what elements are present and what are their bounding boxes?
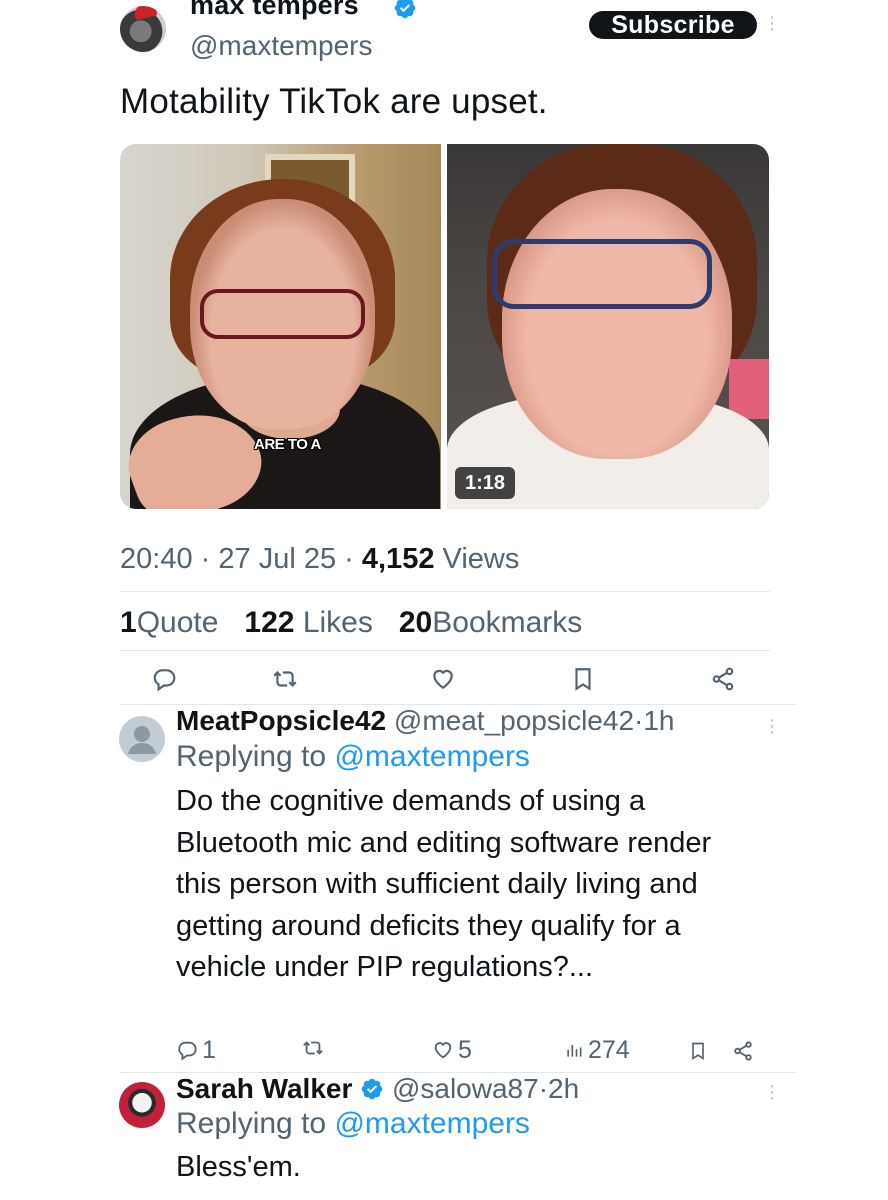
divider — [120, 591, 770, 592]
reply-header: Sarah Walker @salowa87·2h — [176, 1073, 580, 1104]
like-button[interactable]: 5 — [432, 1037, 472, 1063]
views-label: Views — [442, 543, 520, 575]
video-caption: ARE TO A — [254, 436, 321, 453]
reply-header: MeatPopsicle42 @meat_popsicle42·1h — [176, 705, 675, 736]
tweet-media[interactable]: ARE TO A 1:18 — [120, 144, 769, 509]
share-icon[interactable] — [710, 666, 736, 692]
tweet-time[interactable]: 20:40 — [120, 543, 193, 575]
reply-author-name[interactable]: MeatPopsicle42 — [176, 705, 386, 736]
more-options-icon[interactable]: · · · — [767, 1076, 777, 1108]
santa-hat-icon — [132, 6, 158, 21]
bookmark-icon[interactable] — [688, 1040, 708, 1062]
video-thumbnail-left[interactable]: ARE TO A — [120, 144, 441, 509]
reply-button[interactable]: 1 — [176, 1037, 216, 1063]
views-chart-icon — [567, 1045, 582, 1057]
replying-to: Replying to @maxtempers — [176, 1107, 530, 1140]
views-button[interactable]: 274 — [564, 1037, 630, 1063]
reply-author-handle[interactable]: @meat_popsicle42 — [394, 705, 634, 736]
tweet-stats: 1Quote 122 Likes 20Bookmarks — [120, 606, 582, 640]
video-duration-badge: 1:18 — [455, 467, 516, 499]
divider — [120, 650, 770, 651]
more-options-icon[interactable]: · · · — [767, 710, 777, 742]
tweet-text: Motability TikTok are upset. — [120, 82, 548, 121]
view-count: 274 — [588, 1036, 630, 1064]
replying-to-mention[interactable]: @maxtempers — [334, 740, 530, 773]
replying-to: Replying to @maxtempers — [176, 740, 530, 773]
reply-author-handle[interactable]: @salowa87 — [392, 1073, 539, 1104]
author-avatar[interactable] — [120, 6, 166, 52]
reply-text: Bless'em. — [176, 1151, 301, 1183]
reply-avatar[interactable] — [119, 1082, 165, 1128]
video-thumbnail-right[interactable]: 1:18 — [447, 144, 769, 509]
reply-icon[interactable] — [151, 666, 177, 692]
verified-badge-icon — [361, 1078, 383, 1100]
reply-time[interactable]: 1h — [643, 705, 674, 736]
reply-text: Do the cognitive demands of using a Blue… — [176, 785, 712, 983]
reply-count: 1 — [202, 1036, 216, 1064]
default-avatar-icon — [128, 726, 156, 754]
author-name[interactable]: max tempers — [190, 0, 359, 20]
retweet-icon — [303, 1041, 323, 1055]
retweet-button[interactable] — [302, 1037, 324, 1059]
like-icon[interactable] — [430, 666, 456, 692]
tweet-action-bar — [120, 660, 770, 700]
verified-badge-icon — [394, 0, 416, 19]
reply-time[interactable]: 2h — [548, 1073, 579, 1104]
subscribe-button[interactable]: Subscribe — [589, 11, 757, 39]
tweet-meta: 20:40 · 27 Jul 25 · 4,152 Views — [120, 543, 520, 575]
likes-stat[interactable]: 122 Likes — [244, 606, 372, 639]
reply-icon — [178, 1041, 197, 1061]
quotes-stat[interactable]: 1Quote — [120, 606, 218, 639]
author-handle[interactable]: @maxtempers — [190, 30, 372, 62]
reply-action-bar: 1 5 274 — [176, 1037, 766, 1067]
views-count: 4,152 — [361, 543, 435, 575]
replying-to-mention[interactable]: @maxtempers — [334, 1107, 530, 1140]
reply-author-name[interactable]: Sarah Walker — [176, 1073, 352, 1104]
like-count: 5 — [458, 1036, 472, 1064]
tweet-date[interactable]: 27 Jul 25 — [218, 543, 336, 575]
like-icon — [434, 1042, 452, 1059]
reply-avatar[interactable] — [119, 716, 165, 762]
more-options-icon[interactable]: · · · — [767, 7, 777, 39]
share-icon[interactable] — [732, 1040, 754, 1062]
retweet-icon[interactable] — [272, 666, 298, 692]
bookmarks-stat[interactable]: 20Bookmarks — [399, 606, 582, 639]
bookmark-icon[interactable] — [570, 666, 596, 692]
